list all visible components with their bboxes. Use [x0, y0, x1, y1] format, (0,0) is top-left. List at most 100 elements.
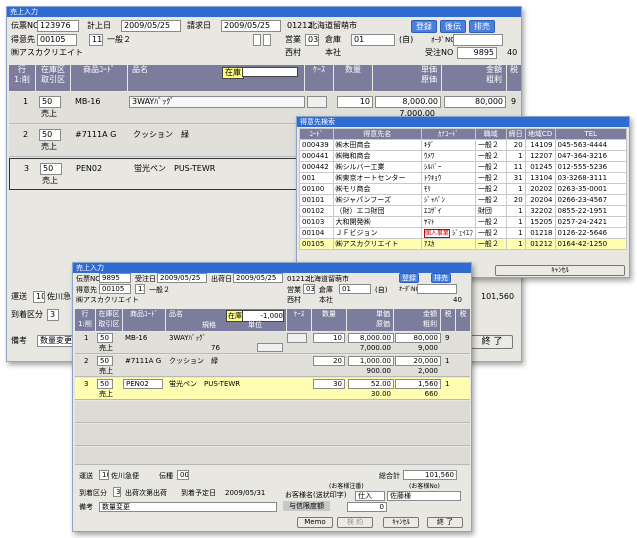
- memo-field[interactable]: 数量変更: [99, 502, 277, 512]
- customer-row[interactable]: 00102 （財）エコ財団 ｴｺｻﾞｲ 財団 1 32202 0855-22-1951: [299, 205, 627, 217]
- customer-row[interactable]: 00105 ㈱アスカクリエイト ｱｽｶ 一般２ 1 01212 0164-42-1250: [299, 238, 627, 250]
- customer-cell: 00100: [299, 183, 334, 195]
- customer-no-field[interactable]: 佐藤様: [387, 491, 461, 501]
- table-row-selected[interactable]: 3 50 売上 PEN02 蛍光ペン PUS-TEWR 30 52.00 30.…: [75, 378, 470, 400]
- customer-cell: ㈱シルバー工業: [332, 161, 422, 173]
- customer-cell: 0164-42-1250: [554, 238, 627, 250]
- delete-button[interactable]: 排売: [431, 273, 451, 283]
- shipping-code-field[interactable]: 10: [99, 470, 109, 480]
- memo-button[interactable]: Memo: [297, 517, 333, 528]
- customer-cell: 1: [505, 150, 526, 162]
- next-slip-button[interactable]: 後伝: [440, 20, 466, 33]
- cancel-button[interactable]: ｷｬﾝｾﾙ: [495, 265, 625, 276]
- shipping-code-field[interactable]: 10: [33, 291, 45, 303]
- stock-value-field: [242, 67, 298, 77]
- customer-row[interactable]: 00100 ㈱モリ商会 ﾓﾘ 一般２ 1 20202 0263-35-0001: [299, 183, 627, 195]
- flag-box-2[interactable]: [263, 34, 271, 46]
- slip-no-field[interactable]: 123976: [37, 20, 79, 32]
- customer-cell: 一般２: [474, 227, 507, 239]
- rank-code-field[interactable]: 11: [89, 34, 103, 46]
- table-row[interactable]: 1 50 売上 MB-16 3WAYﾊﾞｯｸﾞ 76 10 8,000.00 7…: [75, 332, 470, 354]
- receive-no-field[interactable]: 9895: [457, 47, 497, 59]
- grand-total: 101,560: [481, 292, 515, 301]
- slip-no-label: 伝票NO: [11, 21, 40, 30]
- staff-name: 西村: [287, 296, 301, 304]
- memo-label: 備考: [11, 336, 27, 345]
- customer-cell: 03-3268-3111: [554, 172, 627, 184]
- customer-name: ㈱アスカクリエイト: [76, 296, 139, 304]
- cancel-button[interactable]: ｷｬﾝｾﾙ: [383, 517, 419, 528]
- column-header: 得意先名: [332, 128, 422, 140]
- customer-row[interactable]: 00104 ＪＦビジョン 個人事業 ｼﾞｪｲｴﾌ 一般２ 1 01218 0126-22-56…: [299, 227, 627, 239]
- destination-code-field[interactable]: 3: [113, 487, 121, 497]
- ship-date-field[interactable]: 2009/05/25: [233, 273, 283, 283]
- customer-cell: 047-364-3216: [554, 150, 627, 162]
- search-window-title: 得意先検索: [297, 117, 629, 127]
- check-button[interactable]: 検 約: [337, 517, 373, 528]
- customer-row[interactable]: 000442 ㈱シルバー工業 ｼﾙﾊﾞｰ 一般２ 11 01245 012-555-5236: [299, 161, 627, 173]
- customer-cell: 一般２: [474, 161, 507, 173]
- customer-cell: 000441: [299, 150, 334, 162]
- customer-code-field[interactable]: 00105: [99, 284, 131, 294]
- customer-cell: 00105: [299, 238, 334, 250]
- receive-date-field[interactable]: 2009/05/25: [157, 273, 207, 283]
- customer-row[interactable]: 000439 ㈱木田商会 ｷﾀﾞ 一般２ 20 14109 045-563-4444: [299, 139, 627, 151]
- customer-cell: 一般２: [474, 150, 507, 162]
- col-wh: 在庫区 取引区: [36, 65, 70, 91]
- customer-cell: ｷﾀﾞ: [420, 139, 476, 151]
- customer-row[interactable]: 001 ㈱東京オートセンター ﾄｳｷｮｳ 一般２ 31 13104 03-3268-3111: [299, 172, 627, 184]
- end-button[interactable]: 終 了: [471, 335, 513, 349]
- order-no-field[interactable]: [453, 34, 503, 46]
- receive-page: 40: [507, 48, 518, 57]
- customer-cell: 000442: [299, 161, 334, 173]
- customer-cell: 12207: [524, 150, 556, 162]
- order-no-field[interactable]: [417, 284, 457, 294]
- customer-cell: 個人事業 ｼﾞｪｲｴﾌ: [420, 227, 476, 239]
- customer-row[interactable]: 000441 ㈱梅和商会 ｳﾒﾜ 一般２ 1 12207 047-364-3216: [299, 150, 627, 162]
- col-item-code: 商品ｺｰﾄﾞ: [123, 309, 165, 331]
- end-button[interactable]: 終 了: [427, 517, 463, 528]
- customer-cell: ﾄｳｷｮｳ: [420, 172, 476, 184]
- customer-cell: 0257-24-2421: [554, 216, 627, 228]
- customer-row[interactable]: 00103 大和開発㈱ ﾔﾏﾄ 一般２ 1 15205 0257-24-2421: [299, 216, 627, 228]
- office-code-field[interactable]: 03: [305, 34, 319, 46]
- customer-cell: 一般２: [474, 183, 507, 195]
- customer-cell: 0263-35-0001: [554, 183, 627, 195]
- customer-cell: 一般２: [474, 172, 507, 184]
- front-window-title: 売上入力: [73, 263, 471, 273]
- col-case: ｹｰｽ: [287, 309, 311, 331]
- warehouse-code-field[interactable]: 01: [351, 34, 395, 46]
- customer-cell: 0855-22-1951: [554, 205, 627, 217]
- col-tax: 税: [507, 65, 521, 91]
- customer-cell: ｴｺｻﾞｲ: [420, 205, 476, 217]
- bill-date-field[interactable]: 2009/05/25: [221, 20, 281, 32]
- customer-cell: 財団: [474, 205, 507, 217]
- stock-tag: 在庫: [222, 67, 244, 79]
- customer-cell: ㈱木田商会: [332, 139, 422, 151]
- acc-date-field[interactable]: 2009/05/25: [121, 20, 181, 32]
- slip-no-field[interactable]: 9895: [99, 273, 131, 283]
- col-case: ｹｰｽ: [305, 65, 333, 91]
- delete-button[interactable]: 排売: [469, 20, 495, 33]
- rank-code-field[interactable]: 11: [135, 284, 145, 294]
- register-button[interactable]: 登録: [399, 273, 419, 283]
- receive-no-label: 受注NO: [425, 48, 454, 57]
- flag-box-1[interactable]: [253, 34, 261, 46]
- customer-cell: 20202: [524, 183, 556, 195]
- customer-cell: ㈱アスカクリエイト: [332, 238, 422, 250]
- table-row[interactable]: 2 50 売上 #7111A G クッション 緑 20 1,000.00 900…: [75, 355, 470, 377]
- customer-ref-field[interactable]: 仕入: [355, 491, 385, 501]
- slip-type-field[interactable]: 00: [177, 470, 189, 480]
- destination-code-field[interactable]: 3: [47, 309, 59, 321]
- customer-cell: 14109: [524, 139, 556, 151]
- customer-code-field[interactable]: 00105: [37, 34, 77, 46]
- branch-name: 本社: [319, 296, 333, 304]
- customer-row[interactable]: 00101 ㈱ジャパンフーズ ｼﾞｬﾊﾟﾝ 一般２ 20 20204 0266-23-456…: [299, 194, 627, 206]
- register-button[interactable]: 登録: [411, 20, 437, 33]
- warehouse-code-field[interactable]: 01: [339, 284, 371, 294]
- customer-cell: 一般２: [474, 238, 507, 250]
- col-qty: 数量: [312, 309, 346, 331]
- arrival-date-label: 到着予定日: [181, 489, 216, 497]
- customer-cell: 045-563-4444: [554, 139, 627, 151]
- office-code-field[interactable]: 03: [303, 284, 315, 294]
